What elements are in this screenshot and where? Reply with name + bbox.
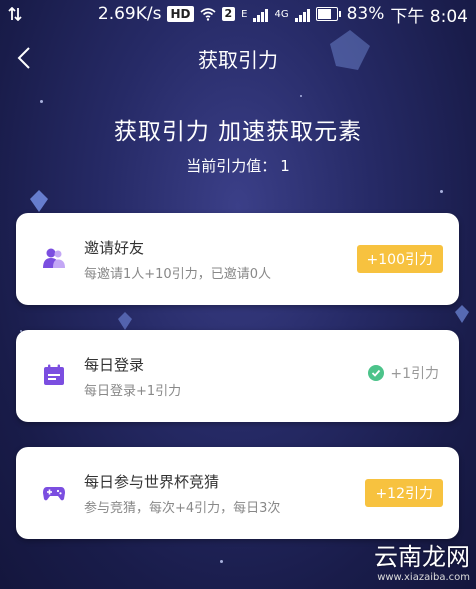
data-transfer-icon [8,7,22,21]
current-gravity-value: 1 [280,157,290,175]
background-star [300,95,302,97]
nav-bar: 获取引力 [0,30,476,86]
crystal-decoration [118,312,132,330]
background-star [40,100,43,103]
signal-strength-icon [253,6,269,22]
invite-friend-icon [43,248,65,268]
wifi-icon [199,8,216,21]
task-card-worldcup-quiz: 每日参与世界杯竞猜 参与竞猜，每次+4引力，每日3次 +12引力 [16,447,459,539]
current-gravity-label: 当前引力值： [186,157,277,175]
current-gravity: 当前引力值： 1 [0,155,476,176]
task-card-invite: 邀请好友 每邀请1人+10引力，已邀请0人 +100引力 [16,213,459,305]
claim-reward-button[interactable]: +100引力 [356,245,443,273]
battery-percent: 83% [346,4,385,24]
lte-label: 4G [274,8,289,20]
task-title: 每日参与世界杯竞猜 [84,473,220,491]
task-title: 邀请好友 [84,239,145,257]
task-title: 每日登录 [84,356,145,374]
clock: 下午 8:04 [390,6,468,27]
e-network-label: E [241,8,248,20]
completed-status: +1引力 [368,363,439,383]
completed-reward-label: +1引力 [390,366,439,382]
status-bar: 2.69K/s HD 2 E 4G 83% 下午 8:04 [0,0,476,28]
task-card-daily-login: 每日登录 每日登录+1引力 +1引力 [16,330,459,422]
headline: 获取引力 加速获取元素 [113,119,363,145]
watermark: 云南龙网 www.xiazaiba.com [374,537,470,583]
battery-icon [315,7,341,21]
check-icon [368,365,385,381]
crystal-decoration [455,305,469,323]
task-description: 每日登录+1引力 [84,384,182,399]
task-description: 参与竞猜，每次+4引力，每日3次 [84,501,281,516]
background-star [440,190,443,193]
calendar-icon [44,364,64,385]
claim-reward-button[interactable]: +12引力 [365,479,443,507]
background-star [220,560,223,563]
watermark-url: www.xiazaiba.com [377,572,470,583]
sim-slot-badge: 2 [221,7,236,21]
network-speed: 2.69K/s [97,4,162,24]
signal-strength-icon-2 [294,6,310,22]
gamepad-icon [43,487,65,501]
page-title: 获取引力 [198,48,278,72]
crystal-decoration [30,190,48,212]
watermark-text: 云南龙网 [374,543,470,571]
hd-badge: HD [167,6,194,22]
task-description: 每邀请1人+10引力，已邀请0人 [84,267,271,282]
